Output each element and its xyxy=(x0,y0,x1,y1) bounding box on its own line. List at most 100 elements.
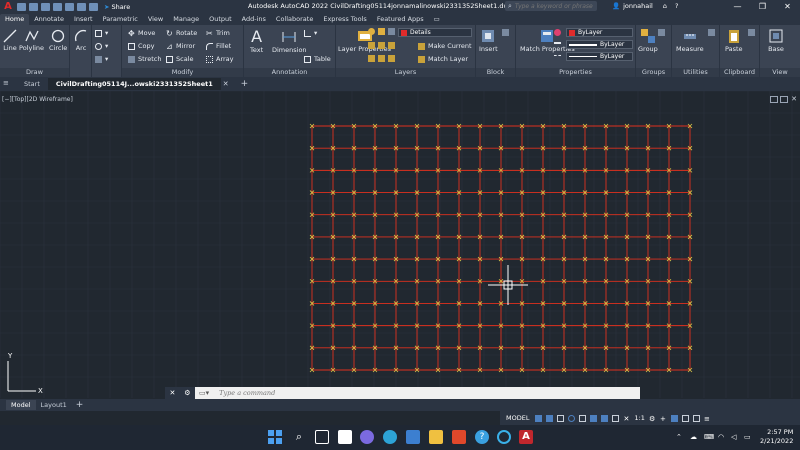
office-icon[interactable] xyxy=(452,430,466,444)
linetype-dropdown[interactable]: ByLayer xyxy=(566,52,633,61)
close-icon[interactable]: ✕ xyxy=(775,0,800,13)
panel-annotation-title[interactable]: Annotation xyxy=(244,68,335,77)
match-layer-button[interactable]: Match Layer xyxy=(418,55,468,63)
tab-manage[interactable]: Manage xyxy=(168,14,204,25)
autocad-logo-icon[interactable]: A xyxy=(2,1,14,13)
copy-button[interactable]: Copy xyxy=(128,42,155,50)
add-layout-icon[interactable]: + xyxy=(76,400,84,410)
group-tools-icon[interactable] xyxy=(658,29,668,36)
panel-view-title[interactable]: View xyxy=(760,68,800,77)
autocad-taskbar-icon[interactable]: A xyxy=(519,430,533,444)
system-tray-chevron-icon[interactable]: ⌃ xyxy=(676,433,682,441)
tab-insert[interactable]: Insert xyxy=(69,14,98,25)
tab-output[interactable]: Output xyxy=(204,14,237,25)
annotation-scale[interactable]: 1:1 xyxy=(634,414,644,422)
task-view-icon[interactable] xyxy=(315,430,329,444)
viewport-close-icon[interactable]: ✕ xyxy=(790,96,798,103)
system-clock[interactable]: 2:57 PM 2/21/2022 xyxy=(760,428,793,446)
new-file-icon[interactable] xyxy=(17,2,26,11)
windows-start-icon[interactable] xyxy=(268,430,282,444)
ortho-toggle-icon[interactable] xyxy=(557,414,565,422)
panel-draw-title[interactable]: Draw xyxy=(0,68,69,77)
array-button[interactable]: Array xyxy=(206,55,234,63)
add-icon[interactable]: + xyxy=(660,415,667,423)
leader-icon[interactable]: ▾ xyxy=(304,29,317,37)
tab-start[interactable]: Start xyxy=(16,78,48,90)
panel-groups-title[interactable]: Groups xyxy=(636,68,671,77)
save-as-icon[interactable] xyxy=(53,2,62,11)
line-button[interactable]: Line xyxy=(3,29,17,52)
fillet-button[interactable]: Fillet xyxy=(206,42,231,50)
stretch-button[interactable]: Stretch xyxy=(128,55,161,63)
undo-icon[interactable] xyxy=(77,2,86,11)
model-space-toggle[interactable]: MODEL xyxy=(506,414,529,422)
make-current-button[interactable]: Make Current xyxy=(418,42,472,50)
volume-icon[interactable]: ◁ xyxy=(731,433,736,441)
panel-block-title[interactable]: Block xyxy=(476,68,515,77)
tab-model[interactable]: Model xyxy=(6,400,36,410)
isodraft-icon[interactable] xyxy=(579,414,587,422)
block-tools-icon[interactable] xyxy=(502,29,512,36)
polar-toggle-icon[interactable] xyxy=(568,414,576,422)
ribbon-minimize-icon[interactable]: ▭ xyxy=(429,14,445,25)
color-wheel-icon[interactable] xyxy=(554,29,564,36)
open-file-icon[interactable] xyxy=(29,2,38,11)
annotation-visibility-icon[interactable]: ✕ xyxy=(623,415,630,423)
share-button[interactable]: ➤ Share xyxy=(104,3,130,11)
edge-browser-icon[interactable] xyxy=(383,430,397,444)
group-button[interactable]: Group xyxy=(638,28,658,53)
tab-current-drawing[interactable]: CivilDrafting05114J...owski2331352Sheet1 xyxy=(47,78,221,90)
tab-layout1[interactable]: Layout1 xyxy=(36,400,72,410)
hatch-icon[interactable]: ▾ xyxy=(95,42,108,50)
linetype-icon[interactable] xyxy=(554,55,564,62)
polyline-button[interactable]: Polyline xyxy=(19,29,44,52)
tab-home[interactable]: Home xyxy=(0,14,30,25)
isolate-icon[interactable] xyxy=(670,414,678,422)
viewport-controls-label[interactable]: [−][Top][2D Wireframe] xyxy=(2,96,73,103)
store-icon[interactable] xyxy=(406,430,420,444)
search-input[interactable] xyxy=(514,2,593,10)
base-button[interactable]: Base xyxy=(768,28,784,53)
tab-view[interactable]: View xyxy=(143,14,168,25)
widgets-icon[interactable] xyxy=(338,430,352,444)
paste-button[interactable]: Paste xyxy=(725,28,743,53)
help-app-icon[interactable]: ? xyxy=(475,430,489,444)
new-tab-icon[interactable]: + xyxy=(241,79,249,89)
close-tab-icon[interactable]: ✕ xyxy=(223,80,229,88)
text-button[interactable]: A Text xyxy=(250,28,263,54)
user-area[interactable]: 👤 jonnahail ⌂ ? xyxy=(612,2,678,10)
table-button[interactable]: Table xyxy=(304,55,331,63)
calculator-icon[interactable] xyxy=(708,29,718,36)
osnap-toggle-icon[interactable] xyxy=(590,414,598,422)
layer-tools-row1[interactable] xyxy=(368,42,398,49)
trim-button[interactable]: ✂ Trim xyxy=(206,29,230,37)
wifi-icon[interactable]: ◠ xyxy=(718,433,724,441)
battery-icon[interactable]: ▭ xyxy=(744,433,751,441)
redo-icon[interactable] xyxy=(89,2,98,11)
file-explorer-icon[interactable] xyxy=(429,430,443,444)
otrack-toggle-icon[interactable] xyxy=(601,414,609,422)
panel-utilities-title[interactable]: Utilities xyxy=(672,68,719,77)
app-menu-icon[interactable]: ≡ xyxy=(3,79,13,89)
cart-icon[interactable]: ⌂ xyxy=(663,2,667,10)
teams-chat-icon[interactable] xyxy=(360,430,374,444)
tab-featured-apps[interactable]: Featured Apps xyxy=(372,14,429,25)
minimize-icon[interactable]: — xyxy=(725,0,750,13)
layer-tools-row2[interactable] xyxy=(368,55,398,62)
tab-add-ins[interactable]: Add-ins xyxy=(237,14,271,25)
lineweight-icon[interactable] xyxy=(554,42,564,49)
command-prompt-icon[interactable]: ▭▾ xyxy=(199,389,209,397)
command-input[interactable] xyxy=(219,389,300,397)
clean-screen-icon[interactable] xyxy=(692,414,700,422)
rectangle-icon[interactable]: ▾ xyxy=(95,29,108,37)
dimension-button[interactable]: Dimension xyxy=(272,28,307,54)
color-dropdown[interactable]: ByLayer xyxy=(566,28,633,37)
tab-annotate[interactable]: Annotate xyxy=(29,14,69,25)
panel-layers-title[interactable]: Layers xyxy=(336,68,475,77)
layer-dropdown[interactable]: Details xyxy=(398,28,472,37)
help-icon[interactable]: ? xyxy=(675,2,678,10)
mirror-button[interactable]: ⊿ Mirror xyxy=(166,42,195,50)
customization-menu-icon[interactable]: ≡ xyxy=(704,415,711,423)
tab-collaborate[interactable]: Collaborate xyxy=(271,14,318,25)
save-icon[interactable] xyxy=(41,2,50,11)
